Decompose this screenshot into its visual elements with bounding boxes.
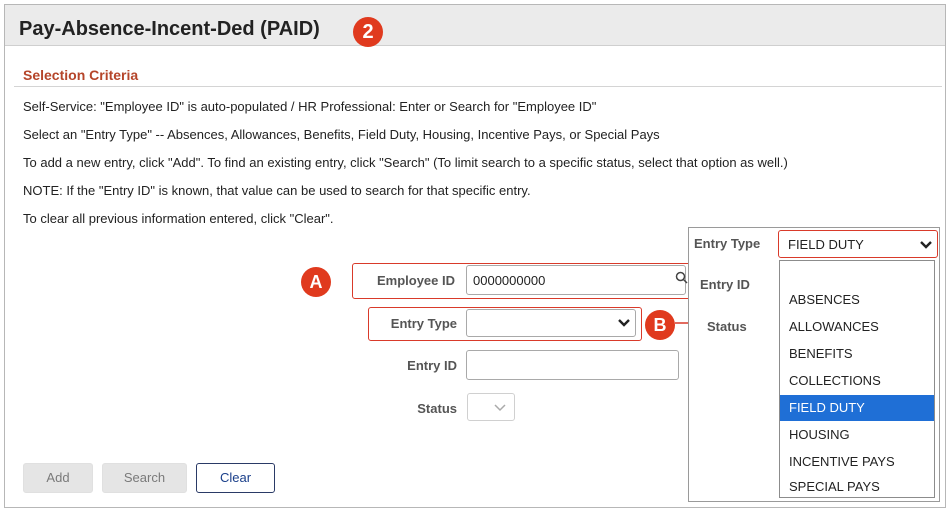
section-divider (14, 86, 942, 87)
entry-id-label: Entry ID (407, 358, 457, 373)
instruction-line: To clear all previous information entere… (23, 211, 334, 226)
instruction-line: To add a new entry, click "Add". To find… (23, 155, 788, 170)
option-incentive-pays[interactable]: INCENTIVE PAYS (780, 449, 934, 475)
popup-entry-type-value: FIELD DUTY (788, 237, 864, 252)
option-special-pays[interactable]: SPECIAL PAYS (780, 474, 934, 500)
employee-id-input[interactable]: 0000000000 (466, 265, 686, 295)
callout-b-badge: B (645, 310, 675, 340)
instruction-line: NOTE: If the "Entry ID" is known, that v… (23, 183, 531, 198)
option-field-duty[interactable]: FIELD DUTY (780, 395, 934, 421)
entry-type-label: Entry Type (390, 316, 457, 331)
option-absences[interactable]: ABSENCES (780, 287, 934, 313)
page-title: Pay-Absence-Incent-Ded (PAID) (19, 18, 320, 40)
chevron-down-icon (920, 241, 932, 249)
popup-entry-type-select[interactable]: FIELD DUTY (778, 230, 938, 258)
chevron-down-icon (494, 404, 506, 412)
entry-id-input[interactable] (466, 350, 679, 380)
popup-status-label: Status (707, 319, 747, 334)
option-benefits[interactable]: BENEFITS (780, 341, 934, 367)
instruction-line: Self-Service: "Employee ID" is auto-popu… (23, 99, 597, 114)
callout-a-badge: A (301, 267, 331, 297)
popup-entry-type-label: Entry Type (694, 236, 761, 251)
add-button[interactable]: Add (23, 463, 93, 493)
search-button[interactable]: Search (102, 463, 187, 493)
entry-type-select[interactable] (466, 309, 636, 337)
option-collections[interactable]: COLLECTIONS (780, 368, 934, 394)
option-allowances[interactable]: ALLOWANCES (780, 314, 934, 340)
popup-entry-id-label: Entry ID (700, 277, 750, 292)
clear-button[interactable]: Clear (196, 463, 275, 493)
chevron-down-icon (618, 319, 630, 327)
status-label: Status (417, 401, 457, 416)
employee-id-label: Employee ID (376, 273, 455, 288)
section-title: Selection Criteria (23, 67, 139, 83)
status-select[interactable] (467, 393, 515, 421)
instruction-line: Select an "Entry Type" -- Absences, Allo… (23, 127, 660, 142)
step-number-badge: 2 (353, 17, 383, 47)
entry-type-options-list: ABSENCES ALLOWANCES BENEFITS COLLECTIONS… (779, 260, 935, 498)
option-housing[interactable]: HOUSING (780, 422, 934, 448)
search-icon[interactable] (675, 271, 688, 285)
title-bar: Pay-Absence-Incent-Ded (PAID) (5, 5, 945, 46)
